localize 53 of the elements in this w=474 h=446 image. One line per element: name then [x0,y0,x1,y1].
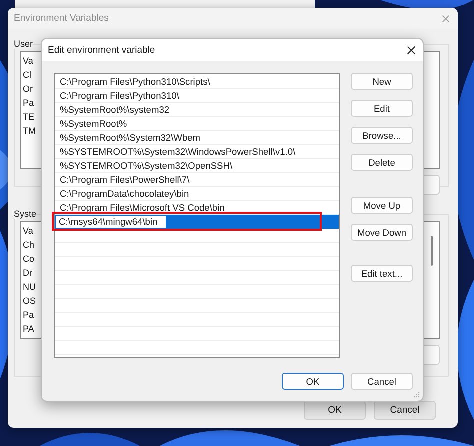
action-button[interactable]: Delete [351,154,413,171]
list-item[interactable]: Pa [23,309,34,321]
path-text: %SystemRoot%\System32\Wbem [60,132,201,144]
window-title: Environment Variables [14,13,109,24]
list-item[interactable]: TE [23,111,35,123]
dialog-button[interactable]: Cancel [351,373,413,390]
list-item[interactable]: Dr [23,267,32,279]
list-item[interactable]: Co [23,253,35,265]
path-text: C:\Program Files\Microsoft VS Code\bin [60,202,225,214]
list-item[interactable]: NU [23,281,36,293]
list-item[interactable]: OS [23,295,36,307]
path-row[interactable]: C:\Program Files\PowerShell\7\ [55,173,339,187]
dialog-button[interactable]: Cancel [374,401,436,420]
path-text: C:\ProgramData\chocolatey\bin [60,188,190,200]
scrollbar-thumb[interactable] [431,236,433,266]
dialog-button[interactable]: OK [304,401,366,420]
path-row[interactable]: C:\Program Files\Python310\ [55,89,339,103]
path-text: C:\Program Files\PowerShell\7\ [60,174,190,186]
path-text: C:\Program Files\Python310\ [60,90,180,102]
path-row[interactable]: %SystemRoot%\System32\Wbem [55,131,339,145]
dialog-title: Edit environment variable [48,44,156,56]
action-button[interactable]: Edit text... [351,265,413,282]
action-button[interactable]: Browse... [351,127,413,144]
action-button[interactable]: New [351,73,413,90]
resize-grip-icon[interactable] [414,392,420,398]
path-text: C:\Program Files\Python310\Scripts\ [60,76,210,88]
path-text: %SystemRoot% [60,118,128,130]
path-input[interactable]: C:\msys64\mingw64\bin [56,216,166,228]
path-text: %SYSTEMROOT%\System32\OpenSSH\ [60,160,233,172]
group-label: User [14,39,34,49]
path-row[interactable]: %SystemRoot%\system32 [55,103,339,117]
list-item[interactable]: PA [23,323,34,335]
action-button[interactable]: Move Down [351,224,413,241]
path-row[interactable]: %SystemRoot% [55,117,339,131]
path-row[interactable]: %SYSTEMROOT%\System32\WindowsPowerShell\v1.0\ [55,145,339,159]
list-item[interactable]: TM [23,125,36,137]
dialog-button[interactable]: OK [282,373,344,390]
list-item[interactable]: Pa [23,97,34,109]
path-row[interactable]: C:\msys64\mingw64\bin [55,215,339,229]
list-item[interactable]: Ch [23,239,35,251]
path-row[interactable]: C:\Program Files\Python310\Scripts\ [55,75,339,89]
action-button[interactable]: Edit [351,100,413,117]
path-row[interactable]: %SYSTEMROOT%\System32\OpenSSH\ [55,159,339,173]
path-text: %SYSTEMROOT%\System32\WindowsPowerShell\v1.0\ [60,146,296,158]
list-item[interactable]: Va [23,55,34,67]
action-button[interactable]: Move Up [351,197,413,214]
path-row[interactable]: C:\ProgramData\chocolatey\bin [55,187,339,201]
path-text: %SystemRoot%\system32 [60,104,170,116]
list-item[interactable]: Va [23,225,34,237]
list-item[interactable]: Or [23,83,33,95]
close-icon[interactable] [407,46,416,54]
list-item[interactable]: Cl [23,69,32,81]
group-label: Syste [14,209,37,219]
